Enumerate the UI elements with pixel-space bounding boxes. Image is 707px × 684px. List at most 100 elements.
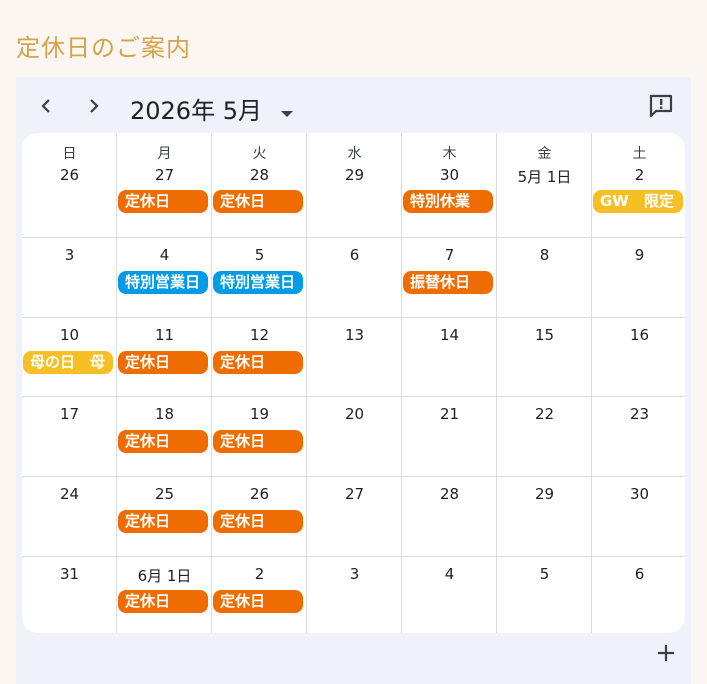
day-cell[interactable]: 17: [22, 396, 117, 476]
day-number[interactable]: 21: [402, 405, 497, 423]
day-cell[interactable]: 4: [402, 556, 497, 633]
month-dropdown-button[interactable]: [280, 103, 294, 122]
day-cell[interactable]: 15: [497, 317, 592, 396]
feedback-icon: [649, 94, 673, 118]
day-cell[interactable]: 30: [592, 476, 685, 556]
day-number[interactable]: 13: [307, 326, 402, 344]
day-cell[interactable]: 木 30: [402, 133, 497, 237]
day-number[interactable]: 2: [212, 565, 307, 583]
day-number[interactable]: 7: [402, 246, 497, 264]
event-chip[interactable]: 振替休日: [403, 271, 493, 294]
day-number[interactable]: 2: [592, 166, 685, 184]
event-chip[interactable]: 定休日: [213, 590, 303, 613]
day-cell[interactable]: 6: [307, 237, 402, 317]
event-chip[interactable]: 定休日: [118, 351, 208, 374]
day-number[interactable]: 26: [22, 166, 117, 184]
prev-month-button[interactable]: [36, 95, 56, 117]
weekday-header: 日: [62, 146, 77, 162]
day-number[interactable]: 17: [22, 405, 117, 423]
day-cell[interactable]: 水 29: [307, 133, 402, 237]
day-number[interactable]: 20: [307, 405, 402, 423]
day-cell[interactable]: 8: [497, 237, 592, 317]
event-chip[interactable]: 特別休業: [403, 190, 493, 213]
day-number[interactable]: 27: [307, 485, 402, 503]
day-cell[interactable]: 14: [402, 317, 497, 396]
event-chip[interactable]: 定休日: [118, 590, 208, 613]
day-cell[interactable]: 24: [22, 476, 117, 556]
day-number[interactable]: 31: [22, 565, 117, 583]
event-chip[interactable]: 定休日: [118, 430, 208, 453]
day-cell[interactable]: 月 27: [117, 133, 212, 237]
event-chip[interactable]: 定休日: [213, 351, 303, 374]
day-cell[interactable]: 5: [497, 556, 592, 633]
add-event-button[interactable]: [654, 641, 678, 665]
day-number[interactable]: 29: [497, 485, 592, 503]
event-chip[interactable]: 定休日: [118, 190, 208, 213]
day-number[interactable]: 18: [117, 405, 212, 423]
day-cell[interactable]: 6: [592, 556, 685, 633]
day-number[interactable]: 15: [497, 326, 592, 344]
day-number[interactable]: 10: [22, 326, 117, 344]
day-cell[interactable]: 日 26: [22, 133, 117, 237]
day-cell[interactable]: 16: [592, 317, 685, 396]
day-number[interactable]: 9: [592, 246, 685, 264]
day-number[interactable]: 23: [592, 405, 685, 423]
day-number[interactable]: 6: [307, 246, 402, 264]
weekday-header: 土: [632, 146, 647, 162]
day-cell[interactable]: 23: [592, 396, 685, 476]
event-chip[interactable]: 特別営業日: [118, 271, 208, 294]
day-number[interactable]: 4: [117, 246, 212, 264]
event-chip[interactable]: GW 限定: [593, 190, 683, 213]
day-number[interactable]: 19: [212, 405, 307, 423]
day-cell[interactable]: 9: [592, 237, 685, 317]
day-number[interactable]: 27: [117, 166, 212, 184]
feedback-button[interactable]: [648, 94, 674, 122]
day-number[interactable]: 25: [117, 485, 212, 503]
day-number[interactable]: 22: [497, 405, 592, 423]
day-number[interactable]: 6月 1日: [117, 565, 212, 586]
day-number[interactable]: 8: [497, 246, 592, 264]
current-month-label[interactable]: 2026年 5月: [130, 91, 262, 126]
day-cell[interactable]: 27: [307, 476, 402, 556]
day-number[interactable]: 28: [212, 166, 307, 184]
day-number[interactable]: 30: [592, 485, 685, 503]
day-number[interactable]: 5: [212, 246, 307, 264]
event-chip[interactable]: 定休日: [213, 510, 303, 533]
day-number[interactable]: 16: [592, 326, 685, 344]
day-number[interactable]: 29: [307, 166, 402, 184]
day-number[interactable]: 26: [212, 485, 307, 503]
day-cell[interactable]: 3: [307, 556, 402, 633]
day-number[interactable]: 30: [402, 166, 497, 184]
day-number[interactable]: 12: [212, 326, 307, 344]
day-number[interactable]: 5: [497, 565, 592, 583]
day-number[interactable]: 3: [22, 246, 117, 264]
day-cell[interactable]: 土2: [592, 133, 685, 237]
day-cell[interactable]: 13: [307, 317, 402, 396]
event-chip[interactable]: 母の日 母: [23, 351, 113, 374]
day-cell[interactable]: 29: [497, 476, 592, 556]
day-cell[interactable]: 22: [497, 396, 592, 476]
day-cell[interactable]: 3: [22, 237, 117, 317]
plus-icon: [658, 645, 674, 661]
day-number[interactable]: 3: [307, 565, 402, 583]
page-title: 定休日のご案内: [16, 34, 191, 62]
day-number[interactable]: 14: [402, 326, 497, 344]
event-chip[interactable]: 定休日: [118, 510, 208, 533]
day-number[interactable]: 4: [402, 565, 497, 583]
day-number[interactable]: 11: [117, 326, 212, 344]
next-month-button[interactable]: [84, 95, 104, 117]
day-number[interactable]: 5月 1日: [497, 166, 592, 187]
day-cell[interactable]: 20: [307, 396, 402, 476]
day-number[interactable]: 6: [592, 565, 685, 583]
event-chip[interactable]: 定休日: [213, 190, 303, 213]
event-chip[interactable]: 特別営業日: [213, 271, 303, 294]
day-cell[interactable]: 31: [22, 556, 117, 633]
day-cell[interactable]: 28: [402, 476, 497, 556]
event-chip[interactable]: 定休日: [213, 430, 303, 453]
day-cell[interactable]: 21: [402, 396, 497, 476]
day-cell[interactable]: 火 28: [212, 133, 307, 237]
day-number[interactable]: 24: [22, 485, 117, 503]
chevron-right-icon: [90, 99, 99, 113]
day-number[interactable]: 28: [402, 485, 497, 503]
day-cell[interactable]: 金 5月 1日: [497, 133, 592, 237]
